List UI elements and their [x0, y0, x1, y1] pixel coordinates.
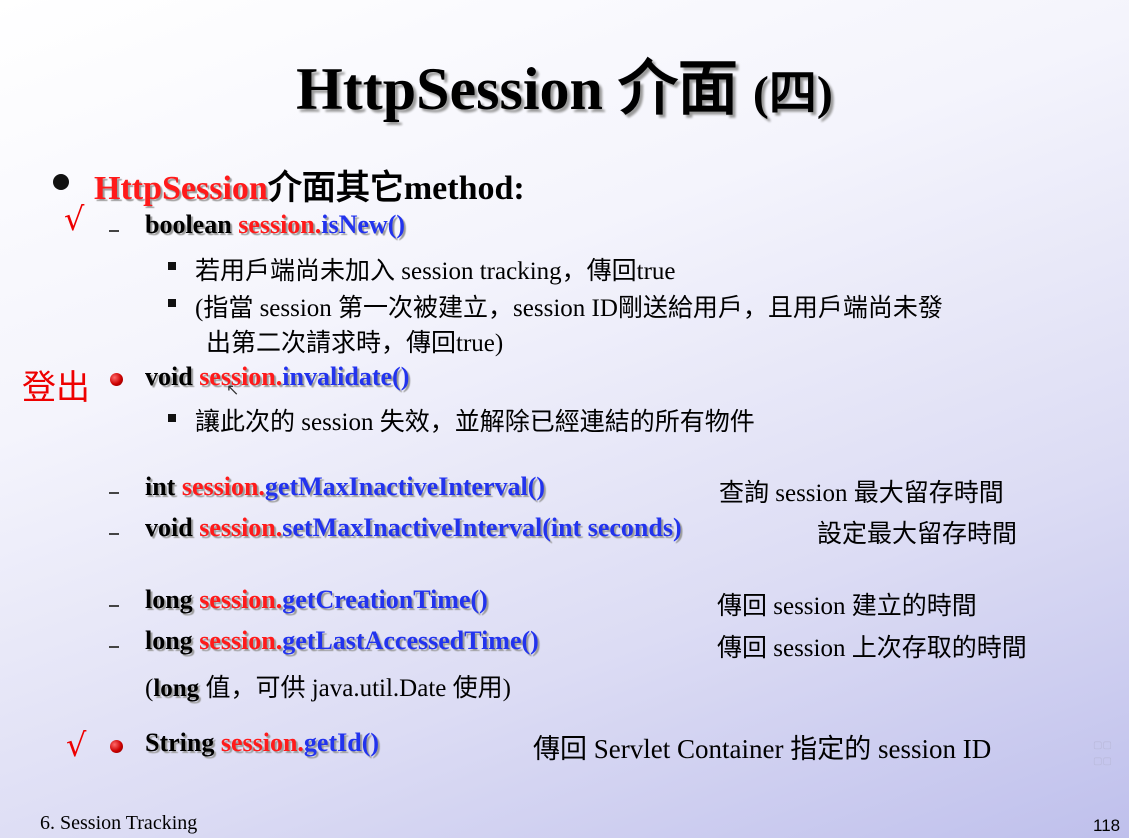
isnew-note-2b: 出第二次請求時，傳回true) — [206, 330, 504, 357]
slide-title: HttpSession 介面 (四) — [0, 40, 1129, 127]
lastacc-description: 傳回 session 上次存取的時間 — [717, 635, 1027, 662]
section-heading: HttpSession介面其它method: — [94, 160, 525, 209]
mouse-cursor-icon: ↖ — [226, 380, 240, 399]
dash-icon — [109, 533, 119, 535]
keyword-text: boolean — [145, 210, 239, 239]
dash-icon — [109, 605, 119, 607]
faded-overlay-mark: ▢▢ — [1093, 756, 1112, 767]
method-setmaxinactiveinterval: void session.setMaxInactiveInterval(int … — [145, 513, 682, 543]
keyword-text: long — [145, 626, 200, 655]
getid-description: 傳回 Servlet Container 指定的 session ID — [533, 734, 992, 764]
keyword-text: String — [145, 728, 221, 757]
session-object-text: session. — [181, 472, 265, 501]
dash-icon — [109, 230, 119, 232]
heading-red-text: HttpSession — [94, 170, 268, 207]
dash-icon — [109, 646, 119, 648]
method-name-text: getId() — [303, 728, 380, 757]
method-getcreationtime: long session.getCreationTime() — [145, 585, 488, 615]
getmax-description: 查詢 session 最大留存時間 — [719, 480, 1004, 507]
creation-description: 傳回 session 建立的時間 — [717, 593, 977, 620]
method-name-text: getMaxInactiveInterval() — [264, 472, 546, 501]
method-name-text: setMaxInactiveInterval(int seconds) — [282, 513, 682, 542]
page-number: 118 — [1093, 816, 1121, 835]
long-note-rest-text: 值，可供 java.util.Date 使用) — [199, 675, 511, 702]
isnew-note-1: 若用戶端尚未加入 session tracking，傳回true — [195, 258, 676, 285]
bullet-icon — [53, 174, 69, 190]
method-name-text: invalidate() — [282, 362, 410, 391]
dash-icon — [109, 492, 119, 494]
keyword-text: long — [145, 585, 200, 614]
session-object-text: session. — [220, 728, 304, 757]
method-getlastaccessedtime: long session.getLastAccessedTime() — [145, 626, 539, 656]
handwritten-check-mark-1: √ — [64, 200, 85, 238]
keyword-text: void — [145, 362, 200, 391]
session-object-text: session. — [199, 626, 283, 655]
keyword-text: int — [145, 472, 182, 501]
method-name-text: getCreationTime() — [282, 585, 488, 614]
method-invalidate: void session.invalidate() — [145, 362, 409, 392]
red-bullet-icon — [110, 373, 123, 386]
slide-title-paren: (四) — [752, 67, 833, 120]
method-isnew: boolean session.isNew() — [145, 210, 405, 240]
long-value-note: (long 值，可供 java.util.Date 使用) — [145, 668, 511, 704]
session-object-text: session. — [199, 513, 283, 542]
isnew-note-2a: (指當 session 第一次被建立，session ID剛送給用戶，且用戶端尚… — [195, 295, 943, 322]
square-bullet-icon — [168, 299, 176, 307]
handwritten-logout-note: 登出 — [22, 368, 90, 408]
heading-rest-text: 介面其它method: — [267, 170, 525, 207]
square-bullet-icon — [168, 414, 176, 422]
method-name-text: getLastAccessedTime() — [282, 626, 539, 655]
keyword-text: void — [145, 513, 200, 542]
footer-section-title: 6. Session Tracking — [40, 812, 198, 834]
slide-title-main: HttpSession 介面 — [296, 56, 753, 122]
handwritten-check-mark-2: √ — [66, 726, 87, 764]
session-object-text: session. — [199, 585, 283, 614]
session-object-text: session. — [238, 210, 322, 239]
session-object-text: session. — [199, 362, 283, 391]
faded-overlay-mark: ▢▢ — [1093, 740, 1112, 751]
red-bullet-icon — [110, 740, 123, 753]
method-getmaxinactiveinterval: int session.getMaxInactiveInterval() — [145, 472, 545, 502]
long-keyword-text: long — [153, 675, 200, 702]
method-name-text: isNew() — [321, 210, 406, 239]
setmax-description: 設定最大留存時間 — [817, 521, 1018, 548]
invalidate-note: 讓此次的 session 失效，並解除已經連結的所有物件 — [195, 409, 755, 436]
method-getid: String session.getId() — [145, 728, 379, 758]
square-bullet-icon — [168, 262, 176, 270]
